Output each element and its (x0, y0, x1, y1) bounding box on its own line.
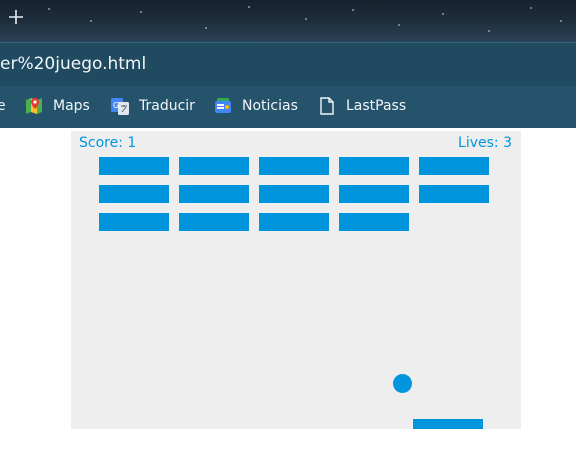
brick (179, 185, 249, 203)
bookmarks-bar: e Maps G Traducir Noticias LastPass (0, 86, 576, 128)
maps-icon (26, 98, 42, 114)
new-tab-button[interactable] (6, 7, 26, 27)
url-text[interactable]: er%20juego.html (0, 54, 146, 74)
brick (339, 213, 409, 231)
page-icon (320, 97, 334, 115)
brick (99, 157, 169, 175)
game-canvas[interactable]: Score: 1 Lives: 3 (71, 131, 521, 429)
translate-icon: G (111, 98, 129, 115)
brick (419, 185, 489, 203)
plus-icon (9, 10, 23, 24)
brick (259, 157, 329, 175)
paddle[interactable] (413, 419, 483, 429)
bookmark-lastpass[interactable]: LastPass (317, 95, 406, 117)
brick (419, 157, 489, 175)
tab-strip (0, 0, 576, 42)
ball (393, 374, 412, 393)
brick (179, 157, 249, 175)
news-icon (215, 98, 231, 113)
brick (179, 213, 249, 231)
brick (99, 213, 169, 231)
bookmark-label: Maps (53, 98, 90, 114)
score-text: Score: 1 (79, 135, 137, 151)
brick (259, 213, 329, 231)
lives-text: Lives: 3 (458, 135, 512, 151)
bookmark-noticias[interactable]: Noticias (213, 95, 298, 117)
bookmark-label: Noticias (242, 98, 298, 114)
bookmark-maps[interactable]: Maps (24, 95, 90, 117)
brick (339, 185, 409, 203)
bookmark-traducir[interactable]: G Traducir (110, 95, 195, 117)
bookmark-label: LastPass (346, 98, 407, 114)
brick (99, 185, 169, 203)
bookmark-label: Traducir (139, 98, 195, 114)
svg-text:G: G (113, 101, 119, 110)
address-bar[interactable]: er%20juego.html (0, 42, 576, 87)
brick (339, 157, 409, 175)
brick (259, 185, 329, 203)
bookmark-partial-label[interactable]: e (0, 95, 6, 117)
